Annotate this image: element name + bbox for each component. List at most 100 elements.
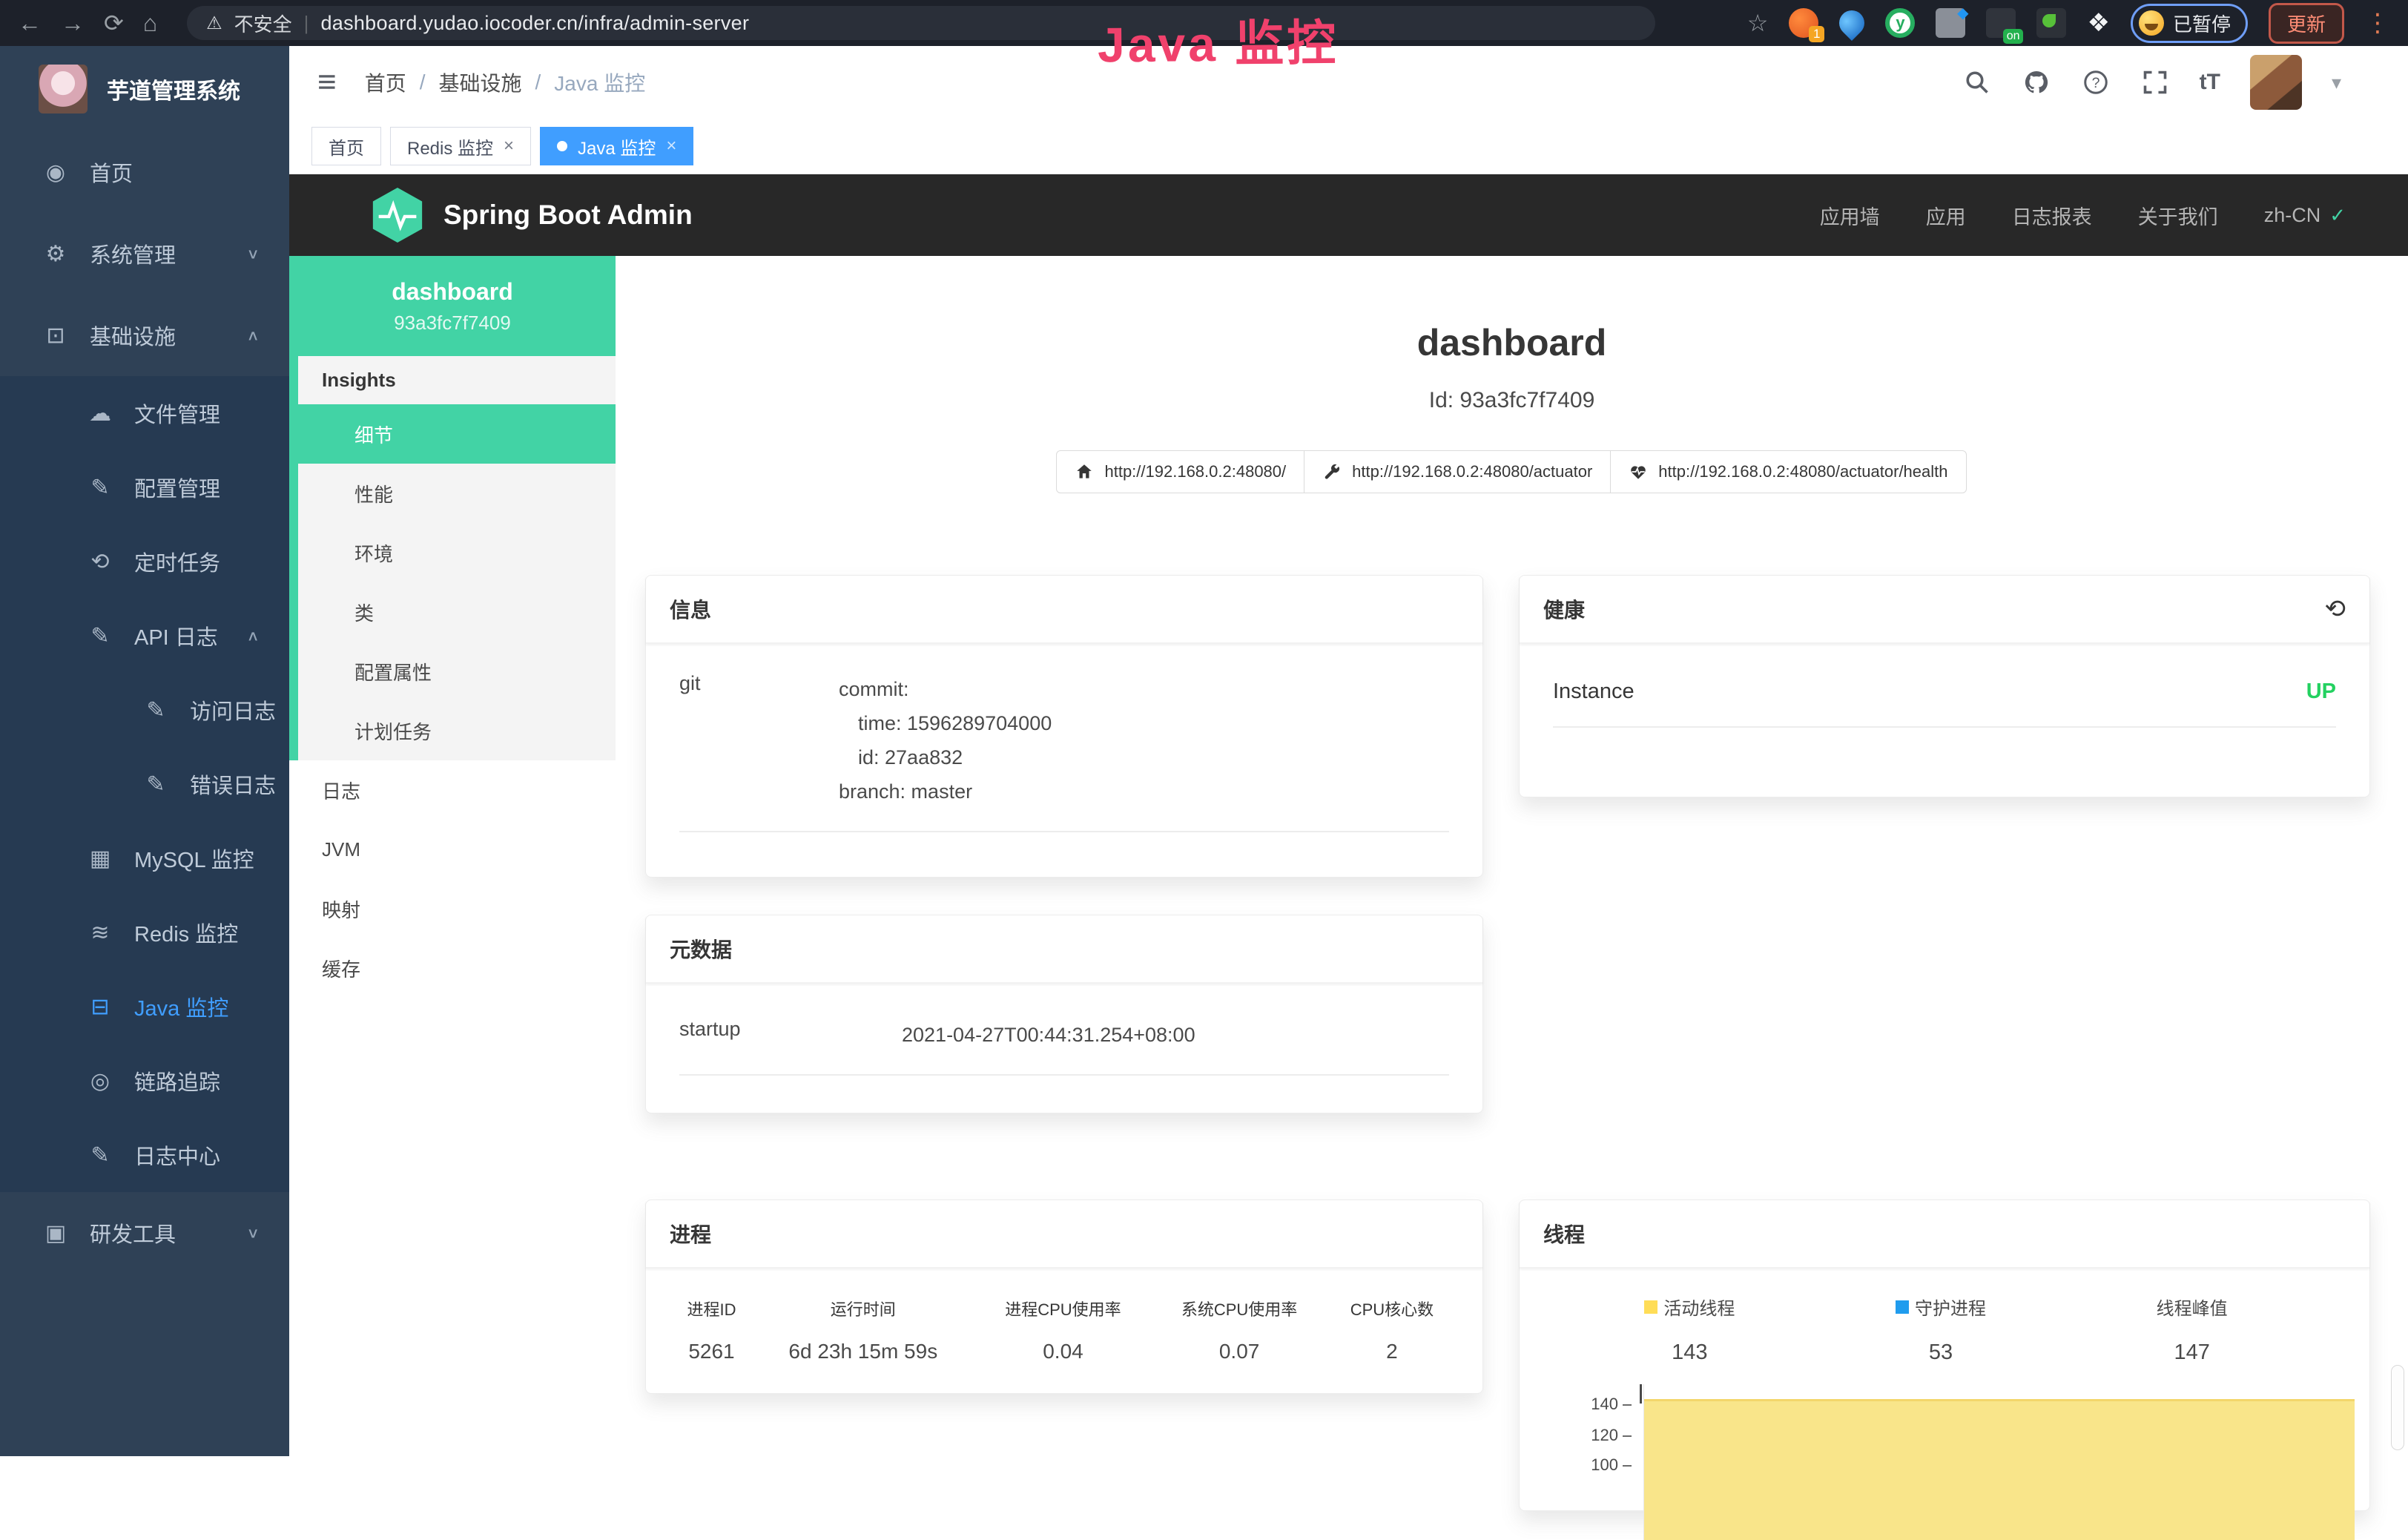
github-icon[interactable]	[2022, 68, 2051, 97]
insights-menu: Insights 细节 性能 环境 类 配置属性 计划任务	[289, 356, 616, 760]
extension-y-icon[interactable]: y	[1885, 8, 1915, 38]
paused-label: 已暂停	[2173, 10, 2231, 37]
card-title: 线程	[1543, 1219, 1585, 1248]
forward-icon[interactable]: →	[61, 11, 85, 35]
info-git-row: git commit: time: 1596289704000 id: 27aa…	[679, 672, 1449, 832]
menu-item-logfile[interactable]: 日志	[289, 760, 616, 820]
process-card: 进程 进程ID 运行时间 进程CPU使用率 系统CPU使用率 CPU核心数 52…	[645, 1200, 1483, 1394]
menu-item-caches[interactable]: 缓存	[289, 938, 616, 998]
ytick-100: 100	[1591, 1455, 1632, 1475]
sba-nav-applications[interactable]: 应用	[1926, 201, 1966, 230]
menu-item-details[interactable]: 细节	[298, 404, 616, 464]
tab-redis-monitor[interactable]: Redis 监控 ×	[390, 127, 531, 165]
app-logo-row[interactable]: 芋道管理系统	[0, 46, 289, 131]
legend-value: 147	[2066, 1340, 2318, 1365]
menu-item-scheduled-tasks[interactable]: 计划任务	[298, 701, 616, 760]
app-sidebar: 芋道管理系统 ◉ 首页 ⚙ 系统管理 ∨ ⊡ 基础设施 ∧ ☁ 文件管理 ✎ 配…	[0, 46, 289, 1456]
root-menu: 日志 JVM 映射 缓存	[289, 760, 616, 998]
sidebar-item-java-monitor[interactable]: ⊟ Java 监控	[0, 970, 289, 1044]
fullscreen-icon[interactable]	[2140, 68, 2170, 97]
git-commit-line: commit:	[839, 672, 1449, 706]
menu-item-config-props[interactable]: 配置属性	[298, 642, 616, 701]
scrollbar-thumb[interactable]	[2391, 1365, 2404, 1450]
health-card: 健康 ⟲ Instance UP	[1519, 575, 2370, 797]
val-system-cpu: 0.07	[1151, 1326, 1327, 1369]
service-url-button[interactable]: http://192.168.0.2:48080/	[1056, 450, 1304, 493]
paused-pill[interactable]: 已暂停	[2131, 4, 2248, 43]
sidebar-item-access-log[interactable]: ✎ 访问日志	[0, 673, 289, 747]
sba-nav-wallboard[interactable]: 应用墙	[1820, 201, 1880, 230]
edit-icon: ✎	[85, 475, 115, 501]
reload-icon[interactable]: ⟳	[104, 11, 124, 35]
extension-leaf-icon[interactable]	[2036, 8, 2066, 38]
sidebar-item-system[interactable]: ⚙ 系统管理 ∨	[0, 213, 289, 294]
user-caret-icon[interactable]: ▾	[2332, 71, 2341, 94]
actuator-url: http://192.168.0.2:48080/actuator	[1352, 462, 1592, 481]
browser-menu-icon[interactable]: ⋮	[2365, 8, 2390, 38]
history-icon[interactable]: ⟲	[2325, 594, 2346, 624]
sidebar-item-api-log[interactable]: ✎ API 日志 ∧	[0, 599, 289, 673]
sidebar-collapse-icon[interactable]: ≡	[317, 64, 337, 101]
sba-brand[interactable]: Spring Boot Admin	[371, 186, 693, 244]
instance-header[interactable]: dashboard 93a3fc7f7409	[289, 256, 616, 356]
user-avatar[interactable]	[2250, 55, 2302, 110]
search-icon[interactable]	[1962, 68, 1992, 97]
breadcrumb-section[interactable]: 基础设施	[438, 68, 521, 97]
extension-icon-orange[interactable]: 1	[1789, 8, 1818, 38]
health-instance-row[interactable]: Instance UP	[1553, 679, 2336, 728]
extension-grid-icon[interactable]	[1936, 8, 1965, 38]
breadcrumb-home[interactable]: 首页	[365, 68, 406, 97]
sidebar-item-scheduled-jobs[interactable]: ⟲ 定时任务	[0, 524, 289, 599]
sba-brand-name: Spring Boot Admin	[443, 200, 693, 231]
metadata-card: 元数据 startup 2021-04-27T00:44:31.254+08:0…	[645, 915, 1483, 1113]
log-edit-icon: ✎	[141, 771, 171, 797]
extension-badge: 1	[1809, 26, 1824, 42]
extensions-puzzle-icon[interactable]: ❖	[2087, 8, 2109, 38]
menu-item-mappings[interactable]: 映射	[289, 879, 616, 938]
chart-plot-area	[1643, 1384, 2355, 1540]
extension-pin-icon[interactable]	[1834, 5, 1870, 41]
back-icon[interactable]: ←	[18, 11, 42, 35]
val-cpu-cores: 2	[1327, 1326, 1457, 1369]
sidebar-item-error-log[interactable]: ✎ 错误日志	[0, 747, 289, 821]
actuator-url-button[interactable]: http://192.168.0.2:48080/actuator	[1304, 450, 1611, 493]
sidebar-item-log-center[interactable]: ✎ 日志中心	[0, 1118, 289, 1192]
close-icon[interactable]: ×	[504, 136, 514, 157]
sidebar-item-redis-monitor[interactable]: ≋ Redis 监控	[0, 895, 289, 970]
update-button[interactable]: 更新	[2269, 3, 2344, 44]
address-bar[interactable]: ⚠ 不安全 | dashboard.yudao.iocoder.cn/infra…	[187, 6, 1655, 40]
sidebar-item-mysql-monitor[interactable]: ▦ MySQL 监控	[0, 821, 289, 895]
menu-item-metrics[interactable]: 性能	[298, 464, 616, 523]
sidebar-item-dev-tools[interactable]: ▣ 研发工具 ∨	[0, 1192, 289, 1274]
sba-nav-journal[interactable]: 日志报表	[2012, 201, 2092, 230]
dashboard-icon: ◉	[41, 159, 70, 185]
extension-dark-icon[interactable]: on	[1986, 8, 2016, 38]
sba-navbar: Spring Boot Admin 应用墙 应用 日志报表 关于我们 zh-CN…	[289, 174, 2408, 256]
sba-locale-select[interactable]: zh-CN ✓︎	[2264, 204, 2346, 227]
tab-java-monitor[interactable]: Java 监控 ×	[540, 127, 693, 165]
font-size-icon[interactable]: tT	[2200, 70, 2220, 95]
menu-item-jvm[interactable]: JVM	[289, 820, 616, 879]
legend-peak-threads: 线程峰值 147	[2066, 1294, 2318, 1365]
help-icon[interactable]: ?	[2081, 68, 2111, 97]
menu-item-environment[interactable]: 环境	[298, 523, 616, 582]
url-text[interactable]: dashboard.yudao.iocoder.cn/infra/admin-s…	[320, 12, 749, 35]
security-label[interactable]: 不安全	[234, 10, 292, 37]
home-icon[interactable]: ⌂	[143, 11, 157, 35]
info-card-header: 信息	[646, 576, 1482, 644]
sidebar-item-infrastructure[interactable]: ⊡ 基础设施 ∧	[0, 294, 289, 376]
sidebar-item-home[interactable]: ◉ 首页	[0, 131, 289, 213]
card-title: 进程	[670, 1219, 711, 1248]
sidebar-item-config-manage[interactable]: ✎ 配置管理	[0, 450, 289, 524]
sidebar-item-file-manage[interactable]: ☁ 文件管理	[0, 376, 289, 450]
close-icon[interactable]: ×	[666, 136, 676, 157]
tab-home[interactable]: 首页	[311, 127, 381, 165]
sidebar-item-trace[interactable]: ◎ 链路追踪	[0, 1044, 289, 1118]
git-id-line: id: 27aa832	[839, 740, 1449, 774]
bookmark-star-icon[interactable]: ☆	[1747, 11, 1769, 35]
legend-value: 53	[1815, 1340, 2067, 1365]
sba-nav-about[interactable]: 关于我们	[2138, 201, 2218, 230]
health-url-button[interactable]: http://192.168.0.2:48080/actuator/health	[1610, 450, 1966, 493]
menu-item-classes[interactable]: 类	[298, 582, 616, 642]
infrastructure-submenu: ☁ 文件管理 ✎ 配置管理 ⟲ 定时任务 ✎ API 日志 ∧ ✎ 访问日志 ✎…	[0, 376, 289, 1192]
